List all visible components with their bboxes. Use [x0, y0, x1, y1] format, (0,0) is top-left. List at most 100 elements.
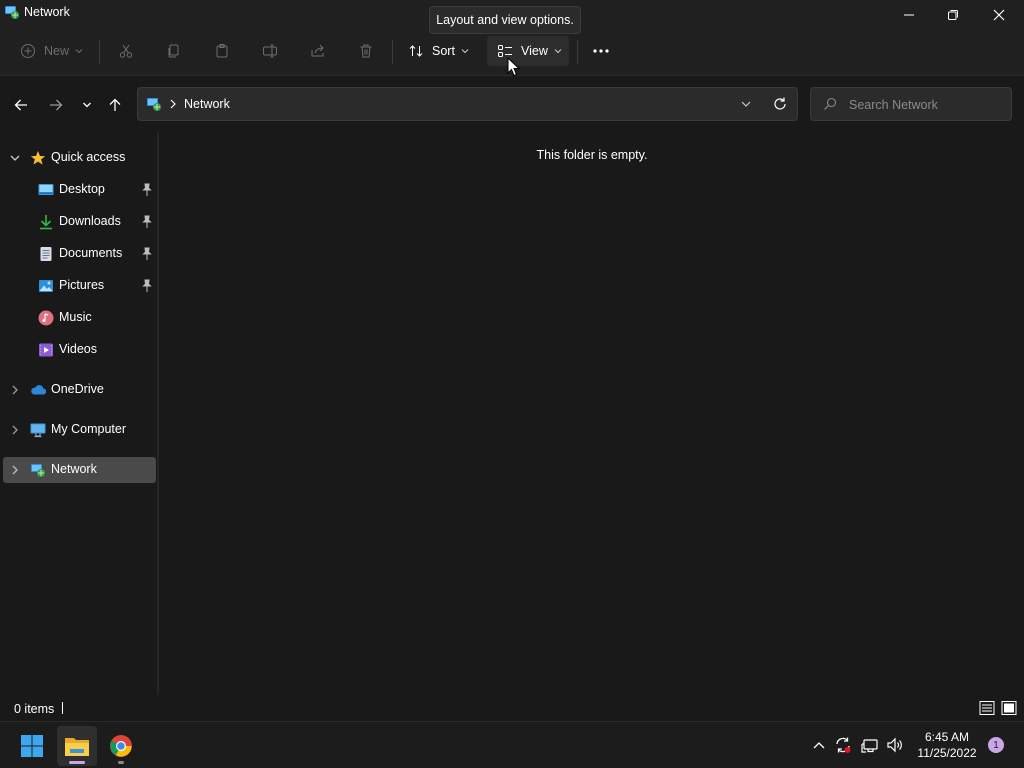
taskbar-file-explorer[interactable]	[57, 726, 97, 766]
view-button[interactable]: View	[487, 36, 569, 66]
forward-button[interactable]	[45, 94, 67, 116]
sidebar-item-onedrive[interactable]: OneDrive	[3, 377, 156, 403]
arrow-up-icon	[109, 98, 121, 111]
paste-button[interactable]	[210, 36, 234, 66]
paste-icon	[216, 44, 228, 58]
chevron-right-icon[interactable]	[168, 98, 178, 110]
sidebar-item-my-computer[interactable]: My Computer	[3, 417, 156, 443]
pin-icon	[142, 183, 152, 196]
see-more-button[interactable]	[588, 36, 614, 66]
back-button[interactable]	[10, 94, 32, 116]
notification-badge[interactable]: 1	[988, 737, 1004, 753]
new-button[interactable]: New	[14, 36, 90, 66]
videos-icon	[39, 343, 53, 357]
start-button[interactable]	[12, 726, 52, 766]
sync-status-button[interactable]	[834, 736, 852, 754]
chevron-down-icon[interactable]	[739, 97, 753, 111]
item-count: 0 items	[14, 702, 55, 716]
maximize-button[interactable]	[930, 0, 976, 30]
recent-locations-button[interactable]	[76, 94, 98, 116]
sidebar-item-label: Documents	[59, 246, 123, 260]
trash-icon	[360, 44, 372, 58]
copy-button[interactable]	[162, 36, 186, 66]
chevron-down-icon	[83, 102, 91, 108]
minimize-button[interactable]	[886, 0, 932, 30]
pictures-icon	[39, 280, 53, 292]
share-button[interactable]	[306, 36, 330, 66]
active-app-indicator	[69, 761, 85, 764]
sidebar-item-music[interactable]: Music	[3, 305, 156, 331]
mouse-cursor-icon	[507, 57, 521, 77]
sidebar-item-documents[interactable]: Documents	[3, 241, 156, 267]
sidebar-item-label: Downloads	[59, 214, 121, 228]
breadcrumb-network[interactable]: Network	[184, 97, 230, 111]
start-icon	[21, 735, 43, 757]
cut-button[interactable]	[114, 36, 138, 66]
network-status-button[interactable]	[861, 736, 879, 754]
text-caret	[62, 702, 63, 714]
sidebar-item-label: OneDrive	[51, 382, 104, 396]
chrome-icon	[110, 735, 132, 757]
navigation-bar: Network	[0, 76, 1024, 132]
details-view-icon[interactable]	[979, 700, 995, 716]
running-app-indicator	[118, 761, 124, 764]
share-icon	[311, 44, 324, 57]
sidebar-item-label: Desktop	[59, 182, 105, 196]
sidebar-item-downloads[interactable]: Downloads	[3, 209, 156, 235]
sidebar-item-quick-access[interactable]: Quick access	[3, 145, 156, 171]
downloads-icon	[40, 215, 52, 230]
sidebar-item-desktop[interactable]: Desktop	[3, 177, 156, 203]
sidebar-item-videos[interactable]: Videos	[3, 337, 156, 363]
sync-icon	[836, 737, 851, 753]
sidebar-item-label: Videos	[59, 342, 97, 356]
sidebar-item-label: Network	[51, 462, 97, 476]
chevron-down-icon[interactable]	[9, 152, 21, 164]
chevron-right-icon[interactable]	[9, 464, 21, 476]
minimize-icon	[904, 14, 914, 16]
view-label: View	[521, 44, 548, 58]
pin-icon	[142, 247, 152, 260]
pane-divider[interactable]	[157, 132, 159, 695]
speaker-icon	[887, 737, 902, 753]
toolbar-separator	[99, 40, 100, 64]
file-list[interactable]: This folder is empty.	[160, 132, 1024, 695]
restore-icon	[948, 10, 958, 20]
delete-button[interactable]	[354, 36, 378, 66]
cloud-icon	[31, 385, 46, 395]
network-icon	[147, 98, 161, 111]
refresh-icon[interactable]	[772, 96, 788, 112]
show-hidden-icons-button[interactable]	[810, 736, 828, 754]
search-box[interactable]	[810, 87, 1012, 121]
large-icons-view-icon[interactable]	[1001, 700, 1017, 716]
chevron-down-icon	[461, 49, 469, 54]
sidebar-item-pictures[interactable]: Pictures	[3, 273, 156, 299]
sidebar-item-label: Pictures	[59, 278, 105, 292]
taskbar-clock[interactable]: 6:45 AM 11/25/2022	[910, 729, 984, 761]
chevron-right-icon[interactable]	[9, 384, 21, 396]
address-bar[interactable]: Network	[137, 87, 798, 121]
status-bar: 0 items	[0, 695, 1024, 721]
ethernet-icon	[861, 739, 878, 753]
close-button[interactable]	[976, 0, 1022, 30]
chevron-up-icon	[813, 742, 825, 749]
search-input[interactable]	[849, 96, 1004, 114]
music-icon	[38, 310, 54, 326]
chevron-right-icon[interactable]	[9, 424, 21, 436]
taskbar-chrome[interactable]	[101, 726, 141, 766]
up-button[interactable]	[104, 94, 126, 116]
taskbar: 6:45 AM 11/25/2022 1	[0, 721, 1024, 768]
view-tooltip: Layout and view options.	[429, 6, 581, 34]
sidebar-item-network[interactable]: Network	[3, 457, 156, 483]
network-icon	[5, 6, 19, 19]
volume-button[interactable]	[886, 736, 904, 754]
computer-icon	[30, 423, 46, 438]
clock-time: 6:45 AM	[924, 730, 970, 744]
documents-icon	[40, 247, 52, 261]
chevron-down-icon	[554, 49, 562, 54]
navigation-pane: Quick access Desktop Downloads Documents…	[0, 132, 158, 695]
network-icon	[31, 464, 45, 477]
sidebar-item-label: Quick access	[51, 150, 126, 164]
toolbar-separator	[577, 40, 578, 64]
rename-button[interactable]	[258, 36, 282, 66]
sort-button[interactable]: Sort	[402, 36, 476, 66]
